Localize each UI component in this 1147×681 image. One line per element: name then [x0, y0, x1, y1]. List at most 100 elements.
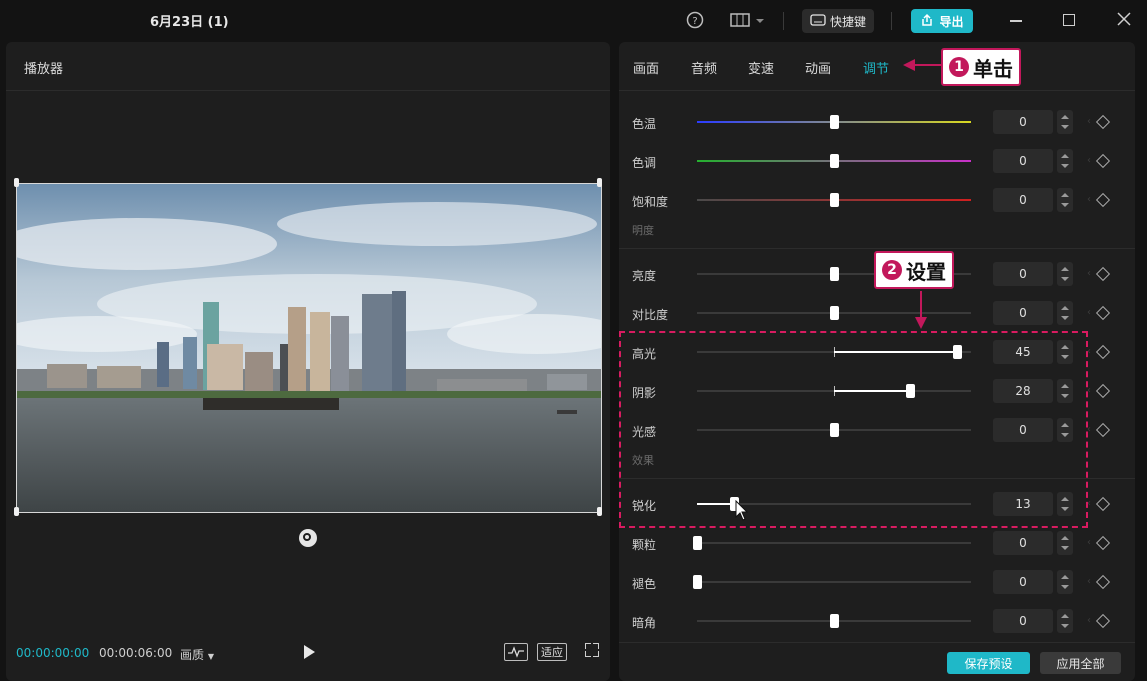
fit-button[interactable]: 适应 — [537, 643, 567, 661]
brightness-value[interactable]: 0 — [993, 262, 1053, 286]
quality-dropdown[interactable]: 画质 ▼ — [180, 646, 214, 663]
prev-keyframe-icon[interactable]: ‹ — [1087, 537, 1091, 548]
row-label-tint: 色调 — [632, 156, 657, 170]
prev-keyframe-icon[interactable]: ‹ — [1087, 116, 1091, 127]
keyframe-icon[interactable] — [1095, 613, 1111, 629]
tab-audio[interactable]: 音频 — [691, 58, 717, 77]
tab-animation[interactable]: 动画 — [805, 58, 831, 77]
vignette-stepper[interactable] — [1057, 609, 1073, 633]
keyframe-icon[interactable] — [1095, 266, 1111, 282]
player-panel: 播放器 00:00:00:00 00:00:06:00 画质 ▼ 适应 — [6, 42, 610, 681]
crop-handle[interactable] — [14, 178, 19, 187]
contrast-stepper[interactable] — [1057, 301, 1073, 325]
prev-keyframe-icon[interactable]: ‹ — [1087, 194, 1091, 205]
fade-stepper[interactable] — [1057, 570, 1073, 594]
brightness-stepper[interactable] — [1057, 262, 1073, 286]
row-label-grain: 颗粒 — [632, 538, 657, 552]
layout-icon[interactable] — [730, 13, 766, 32]
keyframe-icon[interactable] — [1095, 574, 1111, 590]
svg-text:?: ? — [692, 16, 697, 27]
keyframe-icon[interactable] — [1095, 383, 1111, 399]
crop-handle[interactable] — [14, 507, 19, 516]
annotation-arrow-2 — [913, 291, 929, 334]
close-icon[interactable] — [1117, 12, 1131, 29]
keyframe-icon[interactable] — [1095, 535, 1111, 551]
vignette-slider-thumb[interactable] — [830, 614, 839, 628]
waveform-icon[interactable] — [504, 643, 528, 661]
total-time: 00:00:06:00 — [99, 646, 173, 660]
saturation-slider-thumb[interactable] — [830, 193, 839, 207]
row-label-saturation: 饱和度 — [632, 195, 669, 209]
step-number: 2 — [882, 260, 902, 280]
tab-bar: 画面 音频 变速 动画 调节 — [619, 42, 1135, 91]
row-label-color-temp: 色温 — [632, 117, 657, 131]
play-icon[interactable] — [304, 645, 315, 659]
apply-all-button[interactable]: 应用全部 — [1040, 652, 1121, 674]
minimize-icon[interactable] — [1010, 20, 1022, 22]
fullscreen-icon[interactable] — [585, 643, 599, 657]
keyframe-icon[interactable] — [1095, 305, 1111, 321]
keyframe-icon[interactable] — [1095, 344, 1111, 360]
tint-value[interactable]: 0 — [993, 149, 1053, 173]
tab-picture[interactable]: 画面 — [633, 58, 659, 77]
grain-slider-thumb[interactable] — [693, 536, 702, 550]
annotation-arrow-1 — [903, 57, 943, 76]
vignette-value[interactable]: 0 — [993, 609, 1053, 633]
grain-value[interactable]: 0 — [993, 531, 1053, 555]
keyframe-icon[interactable] — [1095, 192, 1111, 208]
prev-keyframe-icon[interactable]: ‹ — [1087, 268, 1091, 279]
player-header: 播放器 — [6, 42, 610, 91]
keyframe-icon[interactable] — [1095, 422, 1111, 438]
keyframe-icon[interactable] — [1095, 153, 1111, 169]
contrast-slider-thumb[interactable] — [830, 306, 839, 320]
grain-track — [697, 542, 971, 544]
tab-speed[interactable]: 变速 — [748, 58, 774, 77]
tint-slider-thumb[interactable] — [830, 154, 839, 168]
help-icon[interactable]: ? — [686, 11, 704, 33]
annotation-highlight-box — [619, 331, 1088, 528]
tint-stepper[interactable] — [1057, 149, 1073, 173]
row-label-vignette: 暗角 — [632, 616, 657, 630]
step-text: 设置 — [906, 259, 946, 284]
shortcut-button[interactable]: 快捷键 — [802, 9, 874, 33]
current-time: 00:00:00:00 — [16, 646, 90, 660]
saturation-value[interactable]: 0 — [993, 188, 1053, 212]
fade-slider-thumb[interactable] — [693, 575, 702, 589]
section-label-brightness: 明度 — [632, 224, 654, 237]
save-preset-button[interactable]: 保存预设 — [947, 652, 1030, 674]
row-label-contrast: 对比度 — [632, 308, 669, 322]
prev-keyframe-icon[interactable]: ‹ — [1087, 155, 1091, 166]
document-title: 6月23日 (1) — [150, 15, 229, 30]
fade-value[interactable]: 0 — [993, 570, 1053, 594]
prev-keyframe-icon[interactable]: ‹ — [1087, 307, 1091, 318]
annotation-step-2: 2 设置 — [874, 251, 954, 289]
export-label: 导出 — [939, 14, 964, 29]
video-preview[interactable] — [16, 183, 602, 513]
color-temp-stepper[interactable] — [1057, 110, 1073, 134]
color-temp-value[interactable]: 0 — [993, 110, 1053, 134]
divider — [619, 642, 1135, 643]
row-label-brightness: 亮度 — [632, 269, 657, 283]
crop-handle[interactable] — [597, 178, 602, 187]
player-title: 播放器 — [24, 62, 64, 77]
color-temp-slider-thumb[interactable] — [830, 115, 839, 129]
fade-track — [697, 581, 971, 583]
caret-down-icon: ▼ — [207, 652, 214, 661]
shortcut-label: 快捷键 — [829, 14, 866, 29]
rotate-icon[interactable] — [299, 529, 317, 547]
prev-keyframe-icon[interactable]: ‹ — [1087, 576, 1091, 587]
keyframe-icon[interactable] — [1095, 114, 1111, 130]
brightness-slider-thumb[interactable] — [830, 267, 839, 281]
tab-adjust[interactable]: 调节 — [863, 58, 889, 77]
keyframe-icon[interactable] — [1095, 496, 1111, 512]
prev-keyframe-icon[interactable]: ‹ — [1087, 615, 1091, 626]
annotation-step-1: 1 单击 — [941, 48, 1021, 86]
divider — [783, 12, 784, 30]
step-number: 1 — [949, 57, 969, 77]
grain-stepper[interactable] — [1057, 531, 1073, 555]
saturation-stepper[interactable] — [1057, 188, 1073, 212]
export-button[interactable]: 导出 — [911, 9, 973, 33]
maximize-icon[interactable] — [1063, 14, 1075, 26]
crop-handle[interactable] — [597, 507, 602, 516]
contrast-value[interactable]: 0 — [993, 301, 1053, 325]
